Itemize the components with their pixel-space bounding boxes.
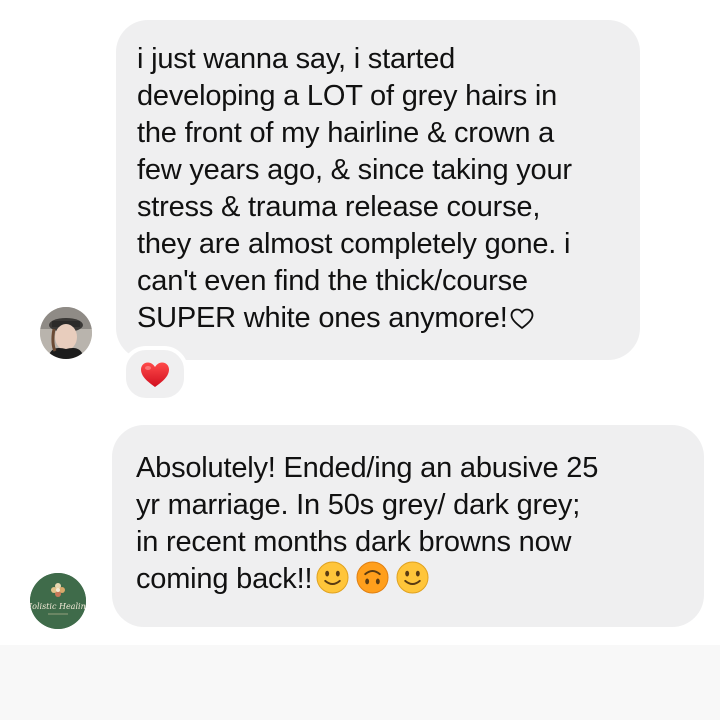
outline-heart-icon xyxy=(510,308,533,329)
bottom-area xyxy=(0,645,720,720)
slightly-smiling-face-icon xyxy=(396,561,429,594)
holistic-healing-logo-icon: Holistic Healing xyxy=(30,573,86,629)
message-text: i just wanna say, i started developing a… xyxy=(137,43,572,334)
user-avatar-photo xyxy=(40,307,92,359)
svg-text:Holistic Healing: Holistic Healing xyxy=(30,602,86,611)
red-heart-emoji-icon xyxy=(141,362,169,387)
message-bubble-incoming[interactable]: i just wanna say, i started developing a… xyxy=(116,20,640,360)
avatar[interactable]: Holistic Healing xyxy=(30,573,86,629)
message-bubble-incoming[interactable]: Absolutely! Ended/ing an abusive 25 yr m… xyxy=(112,425,704,627)
reaction-badge[interactable] xyxy=(122,346,188,402)
slightly-smiling-face-icon xyxy=(316,561,349,594)
upside-down-face-icon xyxy=(356,561,389,594)
avatar[interactable] xyxy=(40,307,92,359)
emoji-group xyxy=(316,561,436,594)
